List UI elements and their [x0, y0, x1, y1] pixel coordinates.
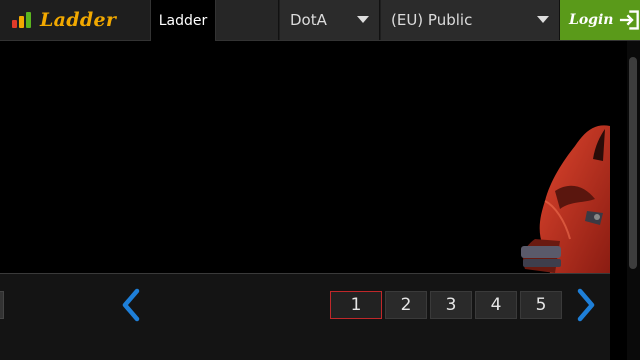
game-select-value: DotA [290, 11, 327, 29]
pagination-bar: 1 2 3 4 5 [0, 274, 610, 360]
page-list: 1 2 3 4 5 [330, 291, 562, 319]
logo-text: Ladder [40, 9, 117, 31]
app-logo[interactable]: Ladder [0, 0, 150, 40]
vertical-scrollbar[interactable] [627, 41, 640, 360]
page-button-1[interactable]: 1 [330, 291, 382, 319]
region-select-value: (EU) Public [391, 11, 473, 29]
hero-banner [0, 41, 610, 273]
scrollbar-thumb[interactable] [629, 57, 637, 269]
page-button-4[interactable]: 4 [475, 291, 517, 319]
chevron-down-icon [537, 16, 549, 23]
top-navbar: Ladder Ladder DotA (EU) Public Login [0, 0, 640, 41]
page-button-2[interactable]: 2 [385, 291, 427, 319]
page-button-5[interactable]: 5 [520, 291, 562, 319]
tab-ladder[interactable]: Ladder [150, 0, 216, 41]
bar-chart-logo-icon [12, 12, 32, 28]
login-icon [620, 10, 640, 30]
tab-blank[interactable] [216, 0, 279, 40]
page-button-3[interactable]: 3 [430, 291, 472, 319]
region-select[interactable]: (EU) Public [381, 0, 560, 40]
login-label: Login [569, 12, 614, 28]
hero-character-image [521, 125, 610, 273]
chevron-right-icon[interactable] [572, 287, 600, 323]
chevron-down-icon [357, 16, 369, 23]
login-button[interactable]: Login [560, 0, 640, 40]
chevron-left-icon[interactable] [117, 287, 145, 323]
left-control-stub[interactable] [0, 291, 4, 319]
game-select[interactable]: DotA [280, 0, 380, 40]
